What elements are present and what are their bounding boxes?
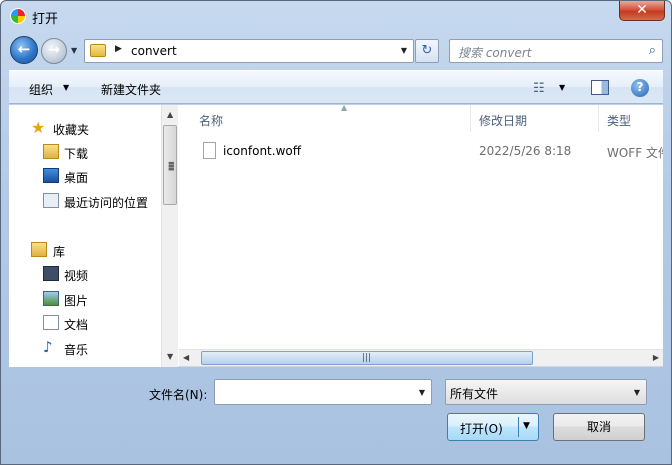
preview-pane-icon[interactable] [591,80,609,95]
new-folder-button[interactable]: 新建文件夹 [101,81,161,98]
sidebar-item-videos[interactable]: 视频 [9,263,161,285]
scrollbar-thumb[interactable]: ||| [201,351,533,365]
filename-label: 文件名(N): [149,388,208,402]
view-options-icon[interactable]: ☷ [533,81,545,96]
sidebar-item-label: 桌面 [64,171,89,185]
column-header-label: 修改日期 [479,114,528,128]
sidebar-item-downloads[interactable]: 下载 [9,141,161,163]
downloads-icon [43,144,59,159]
search-input[interactable]: 搜索 convert ⌕ [449,39,663,63]
file-row[interactable]: iconfont.woff 2022/5/26 8:18 WOFF 文件 [179,140,663,162]
forward-button[interactable]: → [41,38,67,64]
refresh-icon: ↻ [421,43,433,58]
grip-icon: ||| [362,353,372,363]
app-icon [10,8,26,24]
command-toolbar: 组织 ▼ 新建文件夹 ☷ ▼ ? [9,70,663,104]
recent-places-icon [43,193,59,208]
content-area: ★ 收藏夹 下载 桌面 最近访问的位置 库 视频 图片 文档 ♪ 音乐 ▲ ▬ … [9,103,663,367]
close-icon: ✕ [636,2,648,18]
open-file-dialog: 打开 ✕ ← → ▼ ▶ convert ▼ ↻ 搜索 convert ⌕ 组织… [0,0,672,465]
documents-icon [43,315,59,330]
scrollbar-thumb[interactable]: ▬ ▬ ▬ [163,125,177,205]
chevron-down-icon: ▼ [633,388,640,397]
column-header-type[interactable]: 类型 [599,105,663,132]
organize-button[interactable]: 组织 [29,81,53,98]
file-date-modified: 2022/5/26 8:18 [479,144,572,158]
recent-pages-dropdown[interactable]: ▼ [71,46,77,55]
breadcrumb-arrow-icon[interactable]: ▶ [115,44,122,54]
folder-icon [90,44,106,57]
forward-arrow-icon: → [48,42,60,58]
grip-icon: ▬ ▬ ▬ [168,159,175,173]
video-icon [43,266,59,281]
file-type: WOFF 文件 [607,146,663,160]
sidebar-vertical-scrollbar[interactable]: ▲ ▬ ▬ ▬ ▼ [161,105,178,367]
column-header-date-modified[interactable]: 修改日期 [471,105,599,132]
file-icon [203,142,216,159]
sidebar-item-label: 图片 [64,294,89,308]
navigation-pane: ★ 收藏夹 下载 桌面 最近访问的位置 库 视频 图片 文档 ♪ 音乐 [9,105,161,367]
chevron-down-icon: ▼ [418,388,425,397]
sidebar-item-recent-places[interactable]: 最近访问的位置 [9,190,161,212]
refresh-button[interactable]: ↻ [415,39,439,63]
column-header-label: 名称 [199,114,224,128]
libraries-icon [31,242,47,257]
sidebar-item-documents[interactable]: 文档 [9,312,161,334]
sidebar-item-music[interactable]: ♪ 音乐 [9,337,161,359]
help-icon[interactable]: ? [631,79,649,97]
music-icon: ♪ [43,338,53,356]
sidebar-item-label: 收藏夹 [53,123,90,137]
sort-ascending-icon: ▲ [341,103,348,112]
file-list: ▲ 名称 修改日期 类型 iconfont.woff 2022/5/26 8:1… [179,103,663,367]
sidebar-item-pictures[interactable]: 图片 [9,288,161,310]
chevron-down-icon[interactable]: ▼ [63,83,69,92]
window-title: 打开 [32,12,59,27]
file-name: iconfont.woff [223,144,301,158]
split-divider [518,417,519,437]
pictures-icon [43,291,59,306]
file-list-horizontal-scrollbar[interactable]: ◀ ||| ▶ [179,349,663,366]
sidebar-item-label: 文档 [64,318,89,332]
cancel-button[interactable]: 取消 [553,413,645,441]
close-button[interactable]: ✕ [619,1,665,21]
chevron-down-icon: ▼ [400,46,407,55]
open-button-label: 打开(O) [460,422,503,436]
sidebar-item-label: 下载 [64,147,89,161]
scroll-left-icon[interactable]: ◀ [183,353,189,362]
sidebar-item-libraries[interactable]: 库 [9,239,161,261]
address-history-dropdown[interactable]: ▼ [401,46,407,55]
open-options-chevron-icon[interactable]: ▼ [523,421,530,431]
back-button[interactable]: ← [10,36,38,64]
column-header-name[interactable]: ▲ 名称 [191,103,471,132]
navigation-bar: ← → ▼ ▶ convert ▼ ↻ 搜索 convert ⌕ [1,35,671,65]
search-placeholder: 搜索 convert [458,46,532,60]
chevron-down-icon[interactable]: ▼ [559,83,565,92]
chevron-down-icon: ▼ [71,46,78,55]
sidebar-item-desktop[interactable]: 桌面 [9,165,161,187]
star-icon: ★ [31,118,46,137]
open-button[interactable]: 打开(O) ▼ [447,413,539,441]
sidebar-item-label: 最近访问的位置 [64,196,149,210]
column-header-label: 类型 [607,114,632,128]
sidebar-item-label: 音乐 [64,343,89,357]
back-arrow-icon: ← [17,40,31,58]
sidebar-item-label: 库 [53,245,66,259]
search-icon[interactable]: ⌕ [649,43,656,58]
scroll-up-icon[interactable]: ▲ [167,110,173,119]
scroll-down-icon[interactable]: ▼ [167,352,173,361]
file-type-filter-value: 所有文件 [450,387,499,401]
sidebar-item-favorites[interactable]: ★ 收藏夹 [9,117,161,139]
scroll-right-icon[interactable]: ▶ [653,353,659,362]
file-type-filter[interactable]: 所有文件 ▼ [445,379,647,405]
sidebar-item-label: 视频 [64,269,89,283]
filename-input[interactable]: ▼ [214,379,432,405]
address-bar[interactable]: ▶ convert ▼ [84,39,414,63]
title-bar: 打开 ✕ [1,1,671,31]
desktop-icon [43,168,59,183]
filename-history-dropdown[interactable]: ▼ [419,388,425,397]
breadcrumb-convert[interactable]: convert [131,44,177,58]
